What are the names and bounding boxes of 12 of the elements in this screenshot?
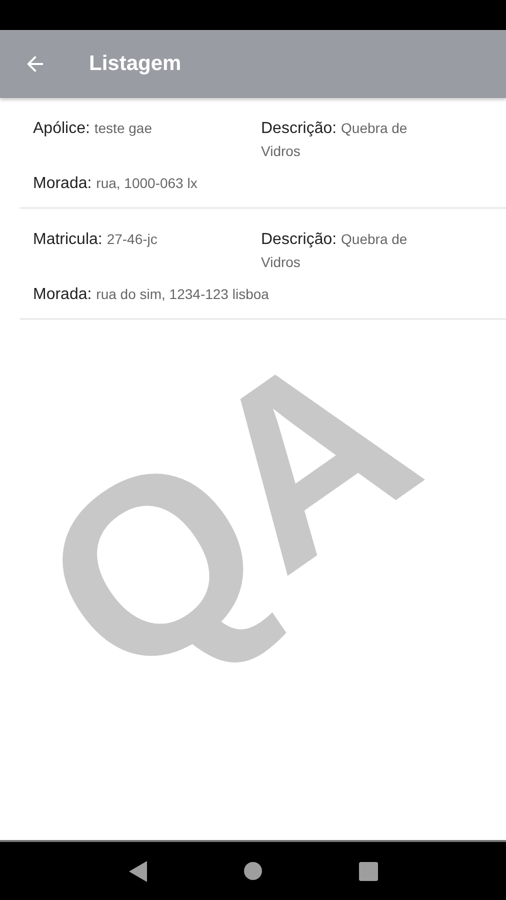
back-triangle-icon[interactable] <box>128 860 146 882</box>
screen-title: Listagem <box>89 52 182 76</box>
field-text: Morada: rua do sim, 1234-123 lisboa <box>33 286 269 303</box>
field-text: Descrição: Quebra de Vidros <box>261 231 408 271</box>
list-item[interactable]: Matricula: 27-46-jc Descrição: Quebra de Vidros Morada: rua do sim, 1234-123 lisboa <box>20 209 506 320</box>
recents-square-icon[interactable] <box>358 862 378 880</box>
field-text: Matricula: 27-46-jc <box>33 231 158 248</box>
list-item[interactable]: Apólice: teste gae Descrição: Quebra de Vidros Morada: rua, 1000-063 lx <box>20 98 506 209</box>
field-text: Descrição: Quebra de Vidros <box>261 120 408 160</box>
field-text: Apólice: teste gae <box>33 120 152 137</box>
home-circle-icon[interactable] <box>244 862 262 880</box>
field-text: Morada: rua, 1000-063 lx <box>33 175 198 192</box>
